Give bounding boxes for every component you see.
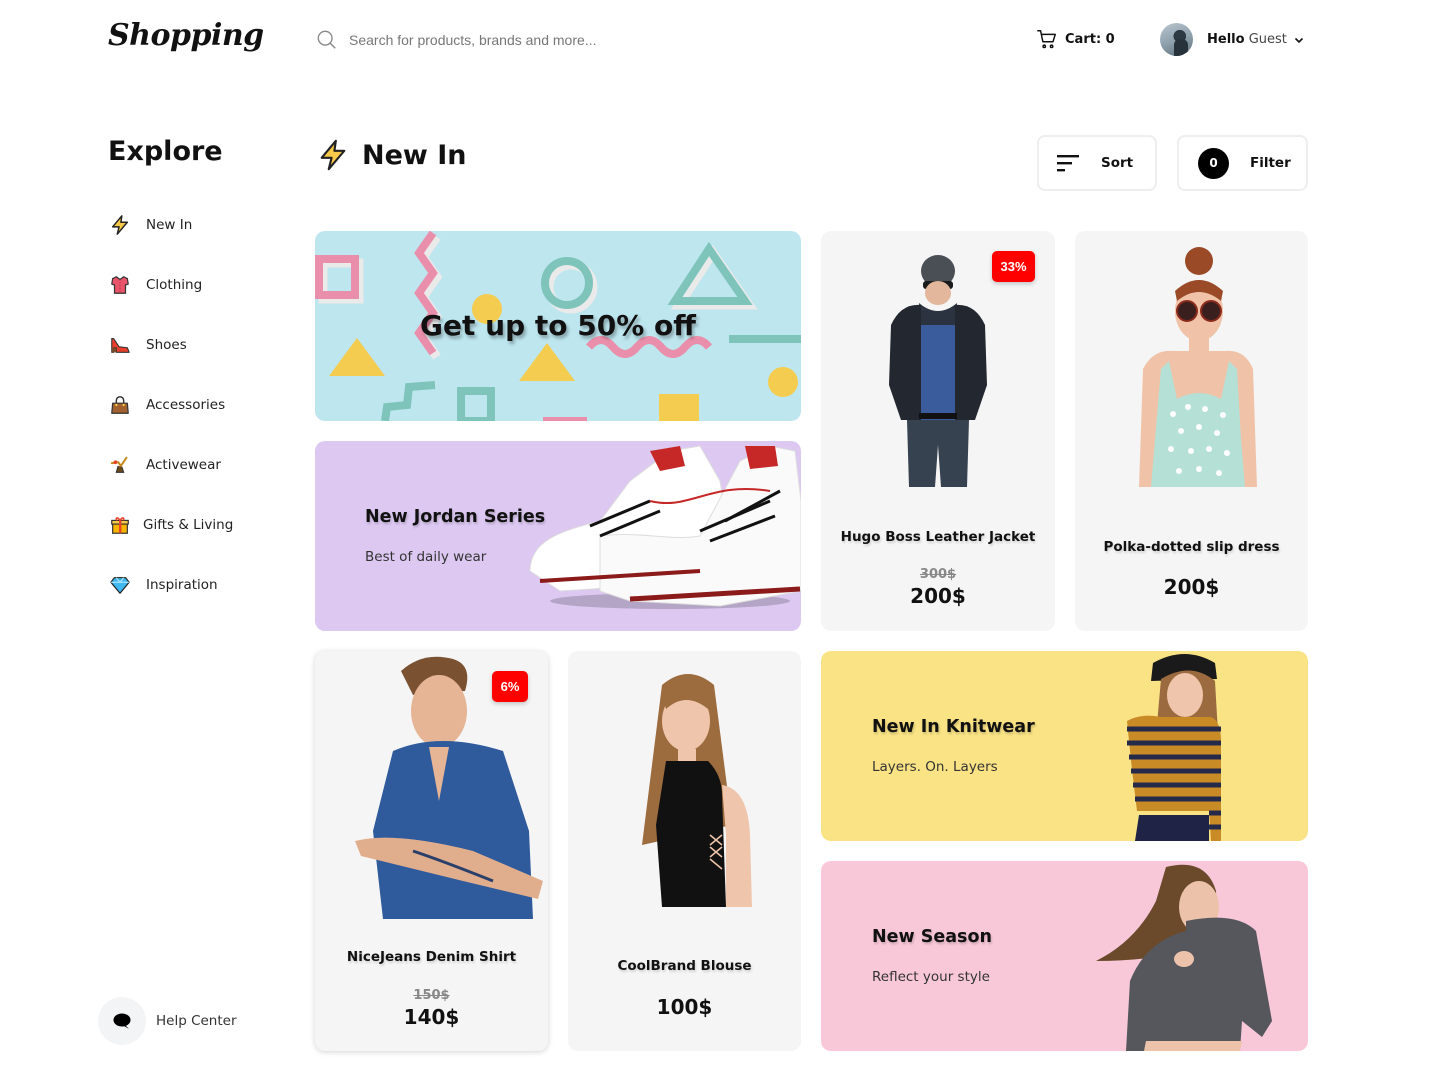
- sidebar-item-new-in[interactable]: New In: [108, 208, 233, 242]
- new-season-banner[interactable]: New Season Reflect your style: [821, 861, 1308, 1051]
- filter-count-badge: 0: [1198, 147, 1229, 179]
- sidebar-item-inspiration[interactable]: Inspiration: [108, 568, 233, 602]
- lightning-icon: [320, 139, 346, 171]
- shirt-icon: [108, 273, 132, 297]
- sidebar-item-gifts-living[interactable]: Gifts & Living: [108, 508, 233, 542]
- sort-icon: [1057, 155, 1079, 172]
- sidebar-item-activewear[interactable]: Activewear: [108, 448, 233, 482]
- sidebar-item-clothing[interactable]: Clothing: [108, 268, 233, 302]
- product-image: [642, 674, 752, 907]
- knitwear-model-image: [1127, 654, 1221, 841]
- sidebar-title: Explore: [108, 136, 223, 167]
- search-bar[interactable]: [316, 26, 736, 54]
- sidebar-item-accessories[interactable]: Accessories: [108, 388, 233, 422]
- sidebar-item-label: Activewear: [146, 457, 221, 473]
- sidebar-item-shoes[interactable]: Shoes: [108, 328, 233, 362]
- sidebar-item-label: Clothing: [146, 277, 203, 293]
- knitwear-banner[interactable]: New In Knitwear Layers. On. Layers: [821, 651, 1308, 841]
- logo[interactable]: Shopping: [108, 18, 264, 53]
- search-icon: [317, 30, 336, 49]
- handbag-icon: [108, 393, 132, 417]
- product-name: CoolBrand Blouse: [617, 958, 752, 974]
- product-name: Polka-dotted slip dress: [1103, 539, 1280, 555]
- user-menu[interactable]: Hello Guest: [1160, 23, 1305, 56]
- chat-bubble-icon: [113, 1013, 131, 1029]
- filter-label: Filter: [1250, 155, 1291, 171]
- product-card[interactable]: Polka-dotted slip dress 200$: [1075, 231, 1308, 631]
- help-circle: [98, 997, 146, 1045]
- knitwear-banner-title: New In Knitwear: [872, 717, 1035, 737]
- new-season-model-image: [1096, 864, 1272, 1051]
- sidebar-item-label: New In: [146, 217, 193, 233]
- sidebar-nav: New In Clothing Shoes Accessories Active…: [108, 208, 233, 628]
- sale-banner-title: Get up to 50% off: [420, 309, 696, 342]
- yoga-pose-icon: [108, 453, 132, 477]
- discount-badge: 6%: [492, 671, 528, 702]
- sort-label: Sort: [1101, 155, 1134, 171]
- high-heel-icon: [108, 333, 132, 357]
- avatar: [1160, 23, 1193, 56]
- product-price: 100$: [656, 995, 713, 1019]
- filter-button[interactable]: 0 Filter: [1177, 135, 1308, 191]
- search-input[interactable]: [349, 32, 709, 48]
- gift-icon: [108, 513, 132, 537]
- product-card[interactable]: 33% Hugo Boss Leather Jacket 300$ 200$: [821, 231, 1055, 631]
- product-image: [889, 255, 987, 487]
- product-image: [1139, 247, 1257, 487]
- diamond-icon: [108, 573, 132, 597]
- product-card[interactable]: 6% NiceJeans Denim Shirt 150$ 140$: [315, 651, 548, 1051]
- sidebar-item-label: Inspiration: [146, 577, 218, 593]
- cart-button[interactable]: Cart: 0: [1036, 28, 1115, 50]
- new-season-banner-title: New Season: [872, 927, 992, 947]
- product-price: 200$: [910, 584, 966, 608]
- user-name: Guest: [1248, 32, 1287, 47]
- cart-icon: [1037, 30, 1056, 49]
- product-old-price: 300$: [919, 567, 957, 582]
- sale-banner[interactable]: Get up to 50% off: [315, 231, 801, 421]
- help-center-label: Help Center: [156, 1013, 237, 1029]
- cart-label: Cart: 0: [1065, 31, 1115, 47]
- sidebar-item-label: Shoes: [146, 337, 187, 353]
- product-name: Hugo Boss Leather Jacket: [840, 529, 1036, 545]
- page-title-text: New In: [362, 139, 467, 171]
- product-price: 200$: [1163, 575, 1220, 599]
- sort-button[interactable]: Sort: [1037, 135, 1157, 191]
- lightning-icon: [108, 213, 132, 237]
- sneakers-image: [529, 445, 801, 609]
- sidebar-item-label: Accessories: [146, 397, 226, 413]
- sidebar-item-label: Gifts & Living: [143, 517, 234, 533]
- greeting-text: Hello: [1207, 32, 1245, 47]
- product-price: 140$: [403, 1005, 460, 1029]
- product-name: NiceJeans Denim Shirt: [346, 949, 517, 965]
- new-season-banner-subtitle: Reflect your style: [872, 969, 990, 985]
- help-center-button[interactable]: Help Center: [98, 997, 237, 1045]
- jordan-banner-subtitle: Best of daily wear: [365, 549, 487, 565]
- page-title: New In: [316, 138, 467, 172]
- jordan-banner-title: New Jordan Series: [365, 507, 546, 527]
- discount-badge: 33%: [992, 251, 1035, 282]
- product-old-price: 150$: [413, 988, 450, 1003]
- product-card[interactable]: CoolBrand Blouse 100$: [568, 651, 801, 1051]
- knitwear-banner-subtitle: Layers. On. Layers: [872, 759, 998, 775]
- user-greeting: Hello Guest: [1207, 32, 1287, 47]
- jordan-banner[interactable]: New Jordan Series Best of daily wear: [315, 441, 801, 631]
- chevron-down-icon: [1294, 37, 1303, 43]
